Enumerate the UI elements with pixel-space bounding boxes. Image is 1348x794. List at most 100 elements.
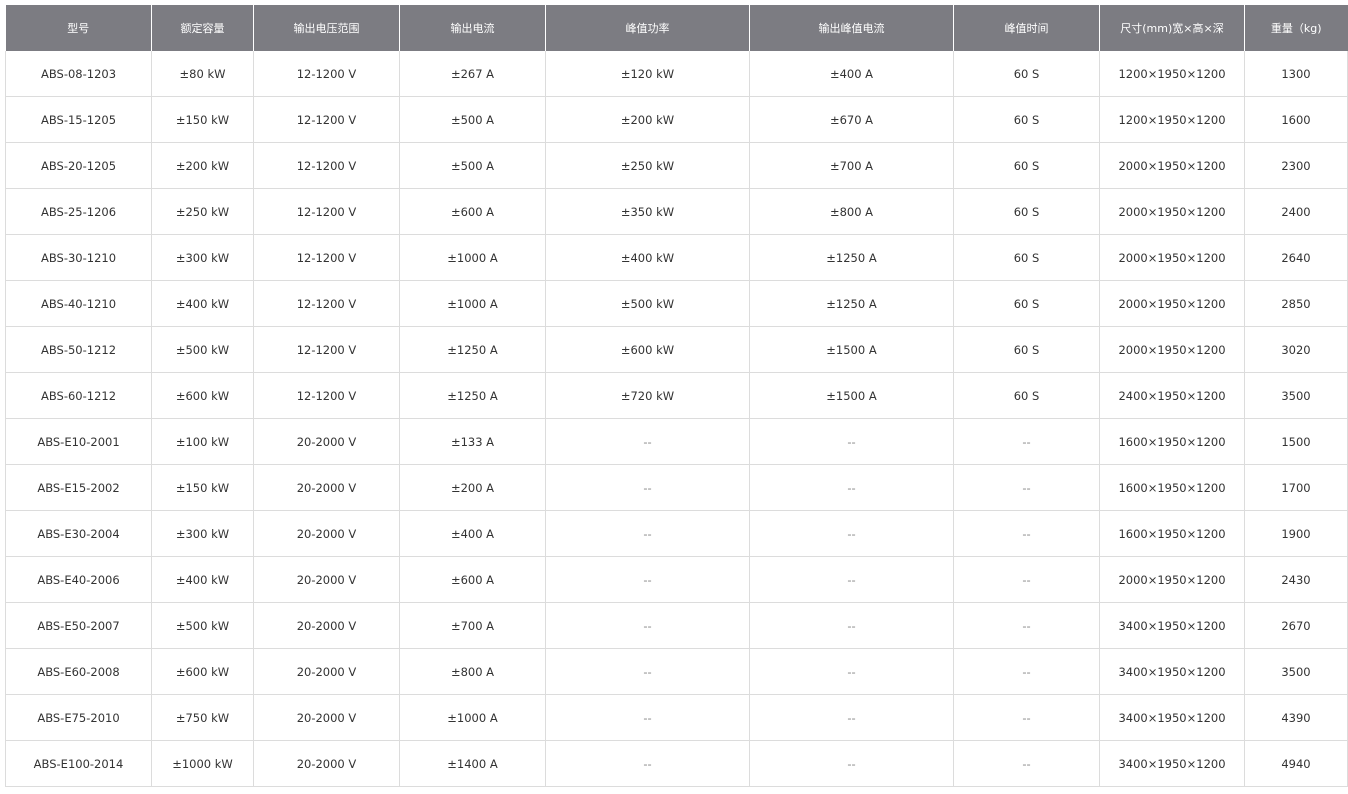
header-dimensions: 尺寸(mm)宽×高×深 — [1099, 5, 1245, 51]
cell-weight: 1500 — [1244, 418, 1348, 465]
header-row: 型号 额定容量 输出电压范围 输出电流 峰值功率 输出峰值电流 峰值时间 尺寸(… — [5, 5, 1348, 51]
table-row: ABS-E15-2002 ±150 kW 20-2000 V ±200 A -- -- --… — [5, 464, 1348, 511]
cell-output-current: ±500 A — [399, 96, 546, 143]
cell-peak-time: -- — [953, 464, 1100, 511]
cell-output-current: ±600 A — [399, 556, 546, 603]
cell-peak-power: ±500 kW — [545, 280, 750, 327]
cell-dimensions: 3400×1950×1200 — [1099, 694, 1245, 741]
cell-peak-current: ±1250 A — [749, 234, 954, 281]
cell-dimensions: 1600×1950×1200 — [1099, 510, 1245, 557]
cell-model: ABS-08-1203 — [5, 51, 152, 97]
cell-voltage-range: 20-2000 V — [253, 740, 400, 787]
table-row: ABS-15-1205 ±150 kW 12-1200 V ±500 A ±200 kW… — [5, 96, 1348, 143]
cell-peak-power: ±200 kW — [545, 96, 750, 143]
cell-dimensions: 1600×1950×1200 — [1099, 418, 1245, 465]
cell-weight: 2430 — [1244, 556, 1348, 603]
cell-peak-time: 60 S — [953, 326, 1100, 373]
table-row: ABS-30-1210 ±300 kW 12-1200 V ±1000 A ±400 k… — [5, 234, 1348, 281]
cell-model: ABS-30-1210 — [5, 234, 152, 281]
table-row: ABS-20-1205 ±200 kW 12-1200 V ±500 A ±250 kW… — [5, 142, 1348, 189]
cell-peak-power: ±720 kW — [545, 372, 750, 419]
table-row: ABS-E100-2014 ±1000 kW 20-2000 V ±1400 A -- -… — [5, 740, 1348, 787]
cell-dimensions: 2000×1950×1200 — [1099, 556, 1245, 603]
cell-peak-time: -- — [953, 648, 1100, 695]
cell-dimensions: 3400×1950×1200 — [1099, 648, 1245, 695]
cell-peak-time: 60 S — [953, 372, 1100, 419]
cell-dimensions: 2000×1950×1200 — [1099, 188, 1245, 235]
cell-rated-capacity: ±300 kW — [151, 510, 254, 557]
cell-voltage-range: 20-2000 V — [253, 464, 400, 511]
spec-table: 型号 额定容量 输出电压范围 输出电流 峰值功率 输出峰值电流 峰值时间 尺寸(… — [5, 5, 1348, 787]
cell-peak-time: -- — [953, 418, 1100, 465]
table-row: ABS-E40-2006 ±400 kW 20-2000 V ±600 A -- -- --… — [5, 556, 1348, 603]
cell-output-current: ±1000 A — [399, 694, 546, 741]
cell-peak-current: -- — [749, 418, 954, 465]
cell-output-current: ±1000 A — [399, 234, 546, 281]
cell-model: ABS-50-1212 — [5, 326, 152, 373]
cell-model: ABS-E60-2008 — [5, 648, 152, 695]
cell-rated-capacity: ±150 kW — [151, 464, 254, 511]
cell-output-current: ±1250 A — [399, 372, 546, 419]
cell-weight: 2670 — [1244, 602, 1348, 649]
cell-rated-capacity: ±600 kW — [151, 372, 254, 419]
cell-peak-time: 60 S — [953, 234, 1100, 281]
cell-voltage-range: 20-2000 V — [253, 694, 400, 741]
cell-peak-time: 60 S — [953, 51, 1100, 97]
cell-peak-power: ±350 kW — [545, 188, 750, 235]
table-row: ABS-E30-2004 ±300 kW 20-2000 V ±400 A -- -- --… — [5, 510, 1348, 557]
cell-dimensions: 1600×1950×1200 — [1099, 464, 1245, 511]
cell-model: ABS-E40-2006 — [5, 556, 152, 603]
cell-model: ABS-E50-2007 — [5, 602, 152, 649]
cell-voltage-range: 20-2000 V — [253, 602, 400, 649]
cell-peak-power: -- — [545, 464, 750, 511]
cell-peak-current: ±400 A — [749, 51, 954, 97]
cell-peak-power: ±400 kW — [545, 234, 750, 281]
cell-voltage-range: 20-2000 V — [253, 418, 400, 465]
cell-model: ABS-E100-2014 — [5, 740, 152, 787]
cell-weight: 3500 — [1244, 372, 1348, 419]
cell-weight: 1700 — [1244, 464, 1348, 511]
cell-model: ABS-60-1212 — [5, 372, 152, 419]
cell-model: ABS-E30-2004 — [5, 510, 152, 557]
cell-rated-capacity: ±300 kW — [151, 234, 254, 281]
header-voltage-range: 输出电压范围 — [253, 5, 400, 51]
cell-dimensions: 2400×1950×1200 — [1099, 372, 1245, 419]
cell-weight: 2400 — [1244, 188, 1348, 235]
cell-model: ABS-40-1210 — [5, 280, 152, 327]
spec-table-container: 型号 额定容量 输出电压范围 输出电流 峰值功率 输出峰值电流 峰值时间 尺寸(… — [5, 5, 1348, 787]
table-row: ABS-E60-2008 ±600 kW 20-2000 V ±800 A -- -- --… — [5, 648, 1348, 695]
cell-peak-current: ±670 A — [749, 96, 954, 143]
cell-dimensions: 1200×1950×1200 — [1099, 96, 1245, 143]
cell-peak-time: -- — [953, 694, 1100, 741]
cell-voltage-range: 12-1200 V — [253, 234, 400, 281]
cell-dimensions: 2000×1950×1200 — [1099, 234, 1245, 281]
cell-output-current: ±1250 A — [399, 326, 546, 373]
header-rated-capacity: 额定容量 — [151, 5, 254, 51]
cell-peak-current: -- — [749, 556, 954, 603]
cell-voltage-range: 12-1200 V — [253, 96, 400, 143]
cell-rated-capacity: ±150 kW — [151, 96, 254, 143]
cell-voltage-range: 12-1200 V — [253, 280, 400, 327]
cell-peak-power: -- — [545, 510, 750, 557]
cell-peak-current: -- — [749, 740, 954, 787]
cell-peak-current: -- — [749, 602, 954, 649]
cell-model: ABS-E10-2001 — [5, 418, 152, 465]
cell-dimensions: 2000×1950×1200 — [1099, 280, 1245, 327]
cell-rated-capacity: ±750 kW — [151, 694, 254, 741]
cell-peak-power: -- — [545, 740, 750, 787]
cell-weight: 4390 — [1244, 694, 1348, 741]
cell-voltage-range: 12-1200 V — [253, 142, 400, 189]
cell-peak-time: -- — [953, 556, 1100, 603]
cell-dimensions: 2000×1950×1200 — [1099, 142, 1245, 189]
table-row: ABS-60-1212 ±600 kW 12-1200 V ±1250 A ±720 k… — [5, 372, 1348, 419]
header-peak-power: 峰值功率 — [545, 5, 750, 51]
cell-peak-time: 60 S — [953, 142, 1100, 189]
cell-output-current: ±600 A — [399, 188, 546, 235]
table-row: ABS-E75-2010 ±750 kW 20-2000 V ±1000 A -- -- -… — [5, 694, 1348, 741]
header-weight: 重量（kg) — [1244, 5, 1348, 51]
table-body: ABS-08-1203 ±80 kW 12-1200 V ±267 A ±120 kW ±… — [5, 51, 1348, 787]
cell-peak-current: -- — [749, 510, 954, 557]
cell-dimensions: 2000×1950×1200 — [1099, 326, 1245, 373]
cell-rated-capacity: ±200 kW — [151, 142, 254, 189]
cell-output-current: ±400 A — [399, 510, 546, 557]
